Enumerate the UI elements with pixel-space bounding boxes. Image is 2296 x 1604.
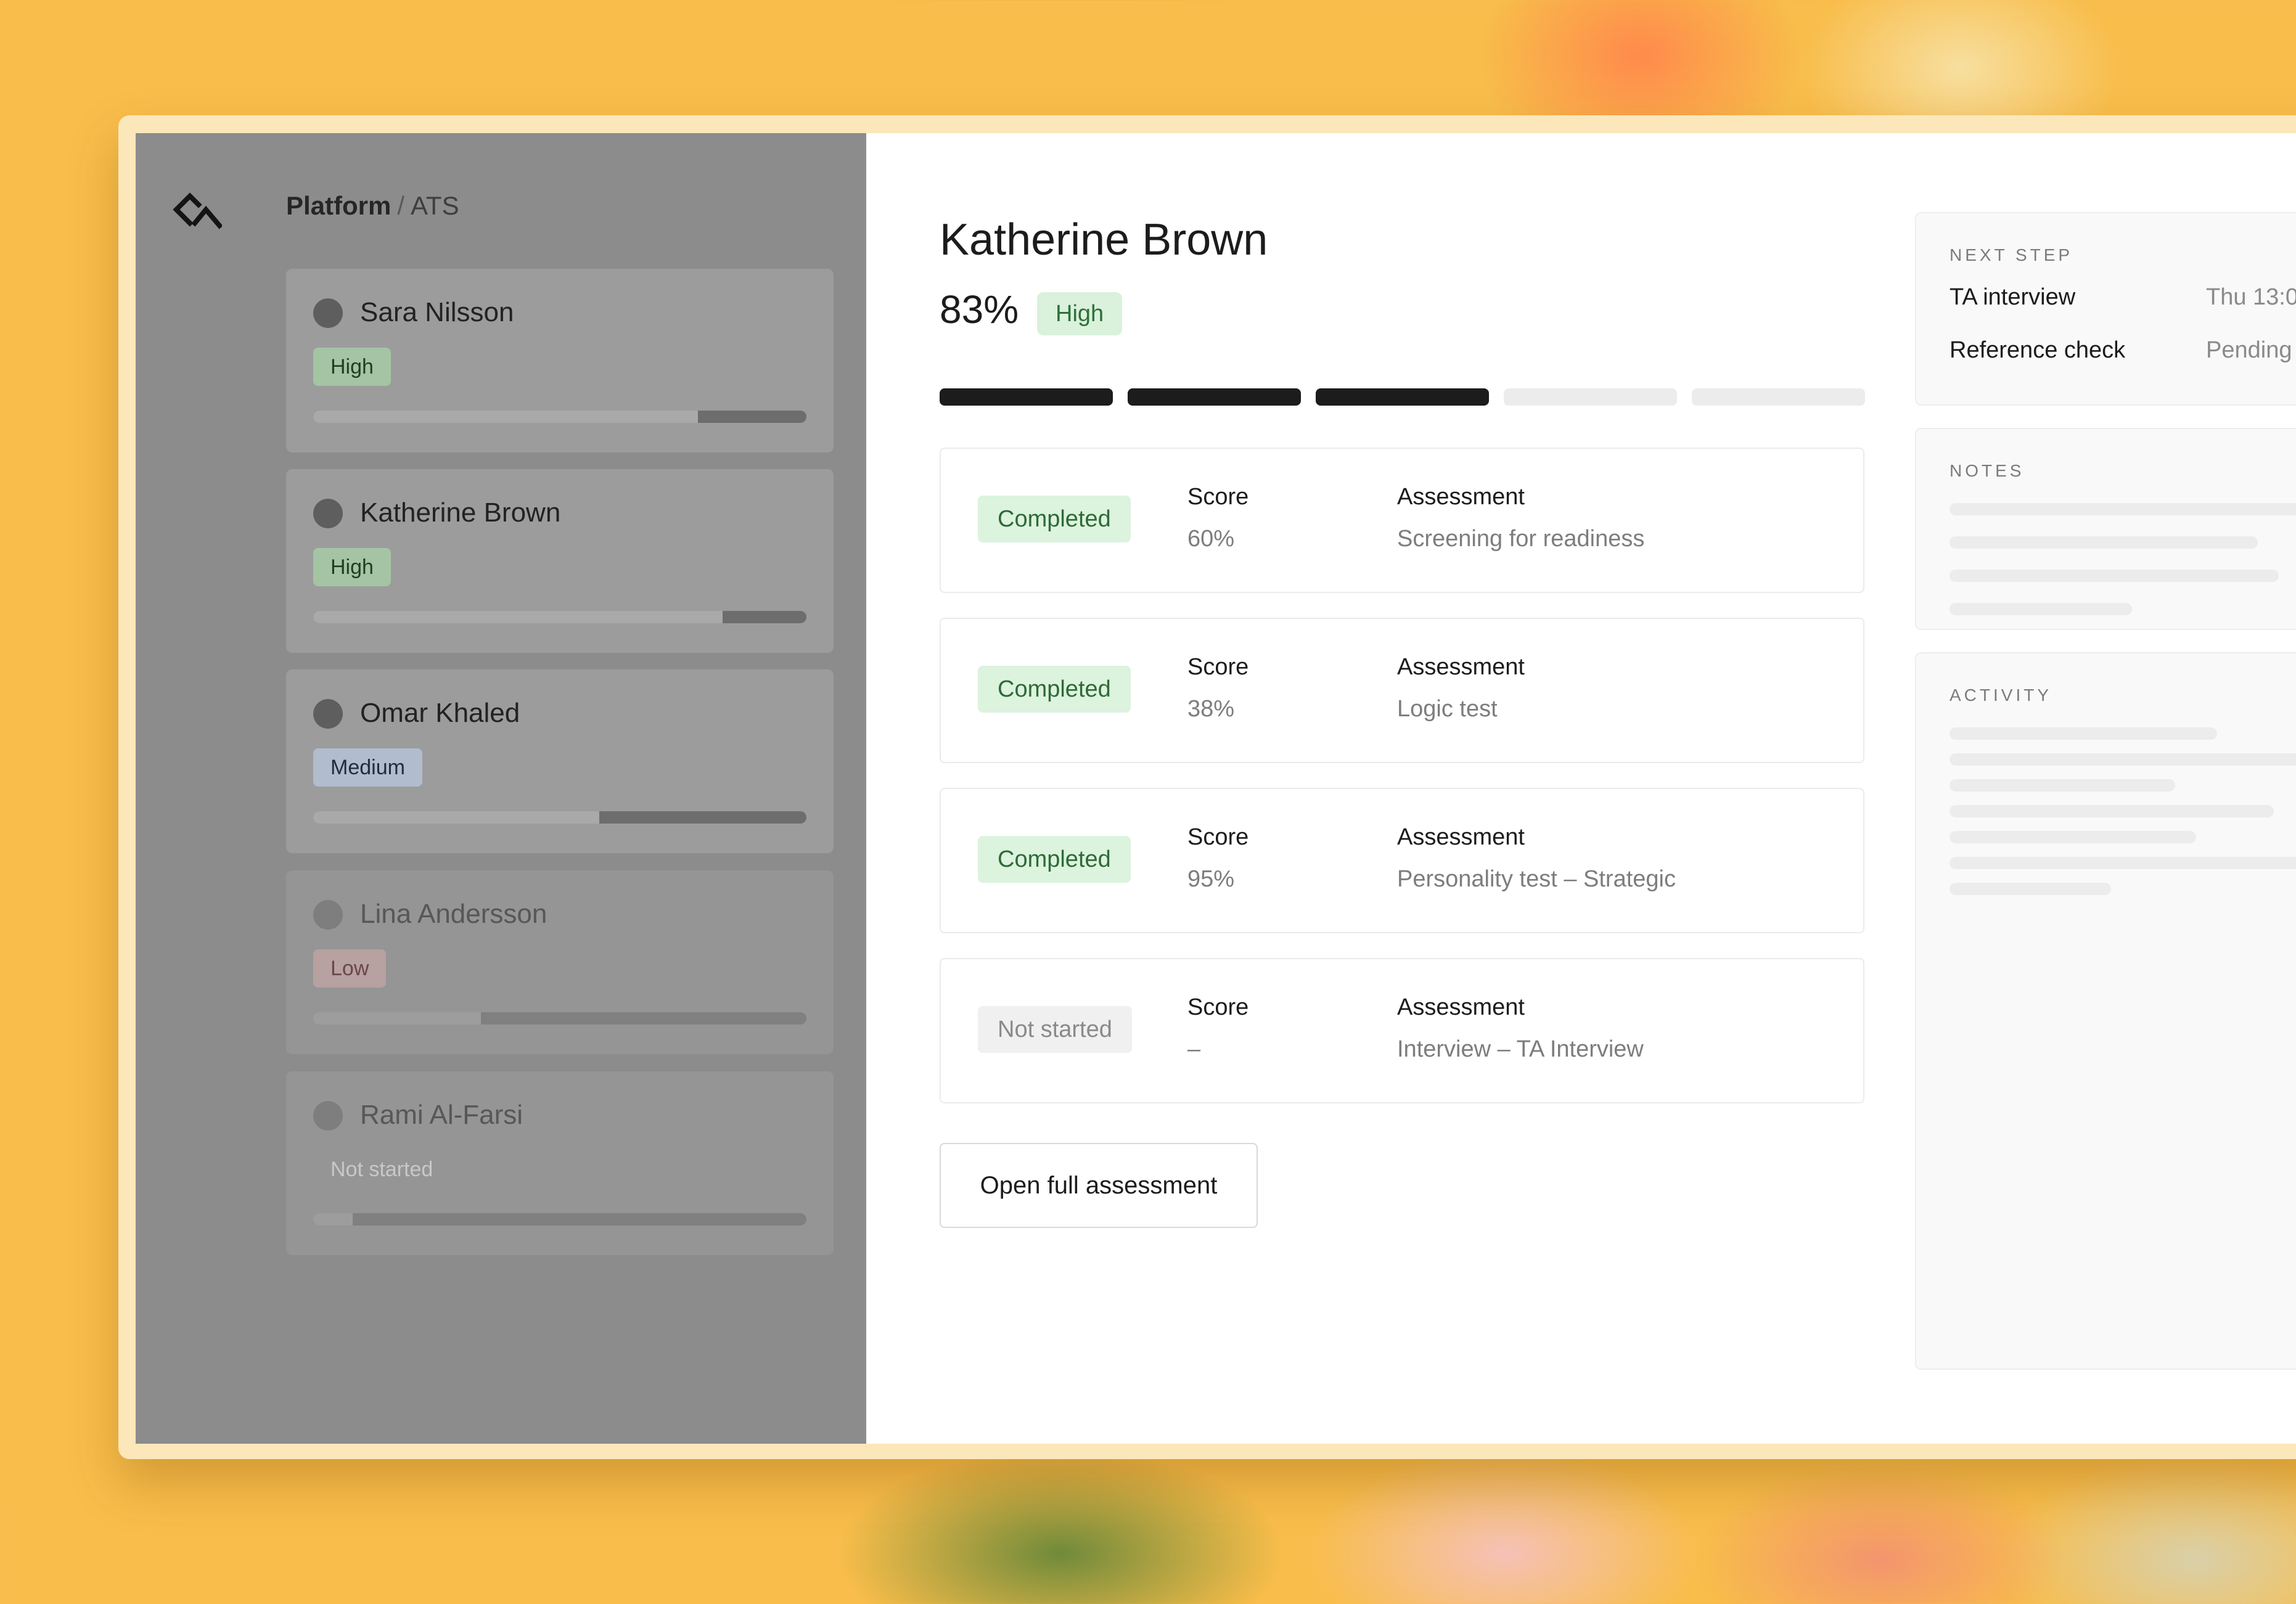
- assessment-row[interactable]: Not started Score – Assessment Interview…: [940, 958, 1864, 1103]
- assessment-label: Assessment: [1397, 994, 1525, 1020]
- candidate-avatar: [313, 499, 343, 528]
- score-label: Score: [1187, 484, 1249, 510]
- candidate-progress-fill: [313, 1012, 481, 1025]
- breadcrumb-separator: /: [397, 191, 405, 220]
- score-label: Score: [1187, 824, 1249, 850]
- notes-placeholder-line: [1950, 503, 2296, 515]
- candidate-avatar: [313, 900, 343, 930]
- assessment-name: Personality test – Strategic: [1397, 866, 1676, 892]
- activity-title: ACTIVITY: [1950, 685, 2052, 705]
- notes-placeholder-line: [1950, 536, 2258, 549]
- candidate-level-badge: Not started: [330, 1158, 433, 1181]
- candidate-progress-bar: [313, 1213, 806, 1226]
- assessment-label: Assessment: [1397, 824, 1525, 850]
- level-badge: High: [1037, 292, 1123, 335]
- candidate-name: Omar Khaled: [360, 698, 520, 728]
- activity-placeholder-line: [1950, 727, 2217, 740]
- score-value: 60%: [1187, 526, 1235, 552]
- candidate-progress-bar: [313, 1012, 806, 1025]
- next-step-label: Reference check: [1950, 337, 2126, 363]
- next-step-label: TA interview: [1950, 284, 2076, 310]
- overall-score: 83%: [940, 287, 1019, 332]
- candidate-card-rami-al-farsi[interactable]: Rami Al-Farsi Not started: [286, 1071, 834, 1255]
- candidate-card-omar-khaled[interactable]: Omar Khaled Medium: [286, 669, 834, 853]
- next-step-card: NEXT STEP TA interview Thu 13:00 Referen…: [1915, 212, 2296, 406]
- assessment-status-badge: Completed: [978, 496, 1131, 542]
- step-segment: [1692, 388, 1865, 406]
- assessment-status-badge: Completed: [978, 666, 1131, 713]
- candidate-progress-fill: [313, 811, 599, 824]
- assessment-row[interactable]: Completed Score 38% Assessment Logic tes…: [940, 618, 1864, 763]
- activity-placeholder-line: [1950, 805, 2274, 817]
- diamond-logo-icon[interactable]: [173, 189, 222, 232]
- candidate-card-katherine-brown[interactable]: Katherine Brown High: [286, 469, 834, 653]
- assessment-name: Interview – TA Interview: [1397, 1036, 1644, 1062]
- breadcrumb-root[interactable]: Platform: [286, 191, 391, 220]
- app-window: Platform / ATS Sara Nilsson High Katherine…: [136, 133, 2296, 1444]
- step-segment: [1504, 388, 1677, 406]
- candidate-avatar: [313, 699, 343, 729]
- notes-title: NOTES: [1950, 461, 2025, 480]
- breadcrumb-current: ATS: [411, 191, 459, 220]
- notes-placeholder-line: [1950, 570, 2279, 582]
- next-step-value: Thu 13:00: [2206, 284, 2296, 310]
- activity-placeholder-line: [1950, 883, 2111, 895]
- candidate-progress-fill: [313, 411, 698, 423]
- candidate-title: Katherine Brown: [940, 215, 1268, 264]
- progress-steps: [940, 388, 1866, 406]
- step-segment: [1128, 388, 1301, 406]
- candidate-name: Sara Nilsson: [360, 297, 514, 327]
- next-step-title: NEXT STEP: [1950, 245, 2073, 264]
- candidate-name: Lina Andersson: [360, 899, 547, 929]
- candidate-level-badge: Low: [313, 949, 387, 988]
- notes-card: NOTES: [1915, 428, 2296, 630]
- step-segment: [940, 388, 1113, 406]
- assessment-label: Assessment: [1397, 654, 1525, 680]
- candidate-card-lina-andersson[interactable]: Lina Andersson Low: [286, 870, 834, 1054]
- score-label: Score: [1187, 654, 1249, 680]
- notes-placeholder-line: [1950, 603, 2132, 615]
- activity-placeholder-line: [1950, 753, 2296, 766]
- score-value: 95%: [1187, 866, 1235, 892]
- assessment-row[interactable]: Completed Score 60% Assessment Screening…: [940, 448, 1864, 593]
- activity-placeholder-line: [1950, 857, 2296, 869]
- candidate-progress-fill: [313, 1213, 353, 1226]
- assessment-status-badge: Completed: [978, 836, 1131, 883]
- activity-card: ACTIVITY: [1915, 652, 2296, 1370]
- assessment-status-badge: Not started: [978, 1006, 1132, 1053]
- candidate-level-badge: Medium: [313, 748, 422, 787]
- candidate-avatar: [313, 298, 343, 328]
- breadcrumb: Platform / ATS: [286, 189, 459, 223]
- score-label: Score: [1187, 994, 1249, 1020]
- candidate-level-badge: High: [313, 348, 391, 386]
- assessment-label: Assessment: [1397, 484, 1525, 510]
- score-value: 38%: [1187, 696, 1235, 722]
- assessment-name: Logic test: [1397, 696, 1498, 722]
- candidate-progress-fill: [313, 611, 723, 623]
- candidate-name: Rami Al-Farsi: [360, 1100, 523, 1130]
- score-value: –: [1187, 1036, 1201, 1062]
- candidate-progress-bar: [313, 411, 806, 423]
- candidate-sidebar: Platform / ATS Sara Nilsson High Katherine…: [136, 133, 866, 1444]
- next-step-value: Pending: [2206, 337, 2292, 363]
- assessment-name: Screening for readiness: [1397, 526, 1645, 552]
- candidate-level-badge: High: [313, 548, 391, 586]
- step-segment: [1316, 388, 1489, 406]
- candidate-progress-bar: [313, 611, 806, 623]
- candidate-card-sara-nilsson[interactable]: Sara Nilsson High: [286, 269, 834, 452]
- open-full-assessment-button[interactable]: Open full assessment: [940, 1143, 1258, 1228]
- candidate-avatar: [313, 1101, 343, 1131]
- assessment-row[interactable]: Completed Score 95% Assessment Personali…: [940, 788, 1864, 933]
- activity-placeholder-line: [1950, 779, 2175, 792]
- candidate-progress-bar: [313, 811, 806, 824]
- candidate-name: Katherine Brown: [360, 497, 561, 528]
- activity-placeholder-line: [1950, 831, 2196, 843]
